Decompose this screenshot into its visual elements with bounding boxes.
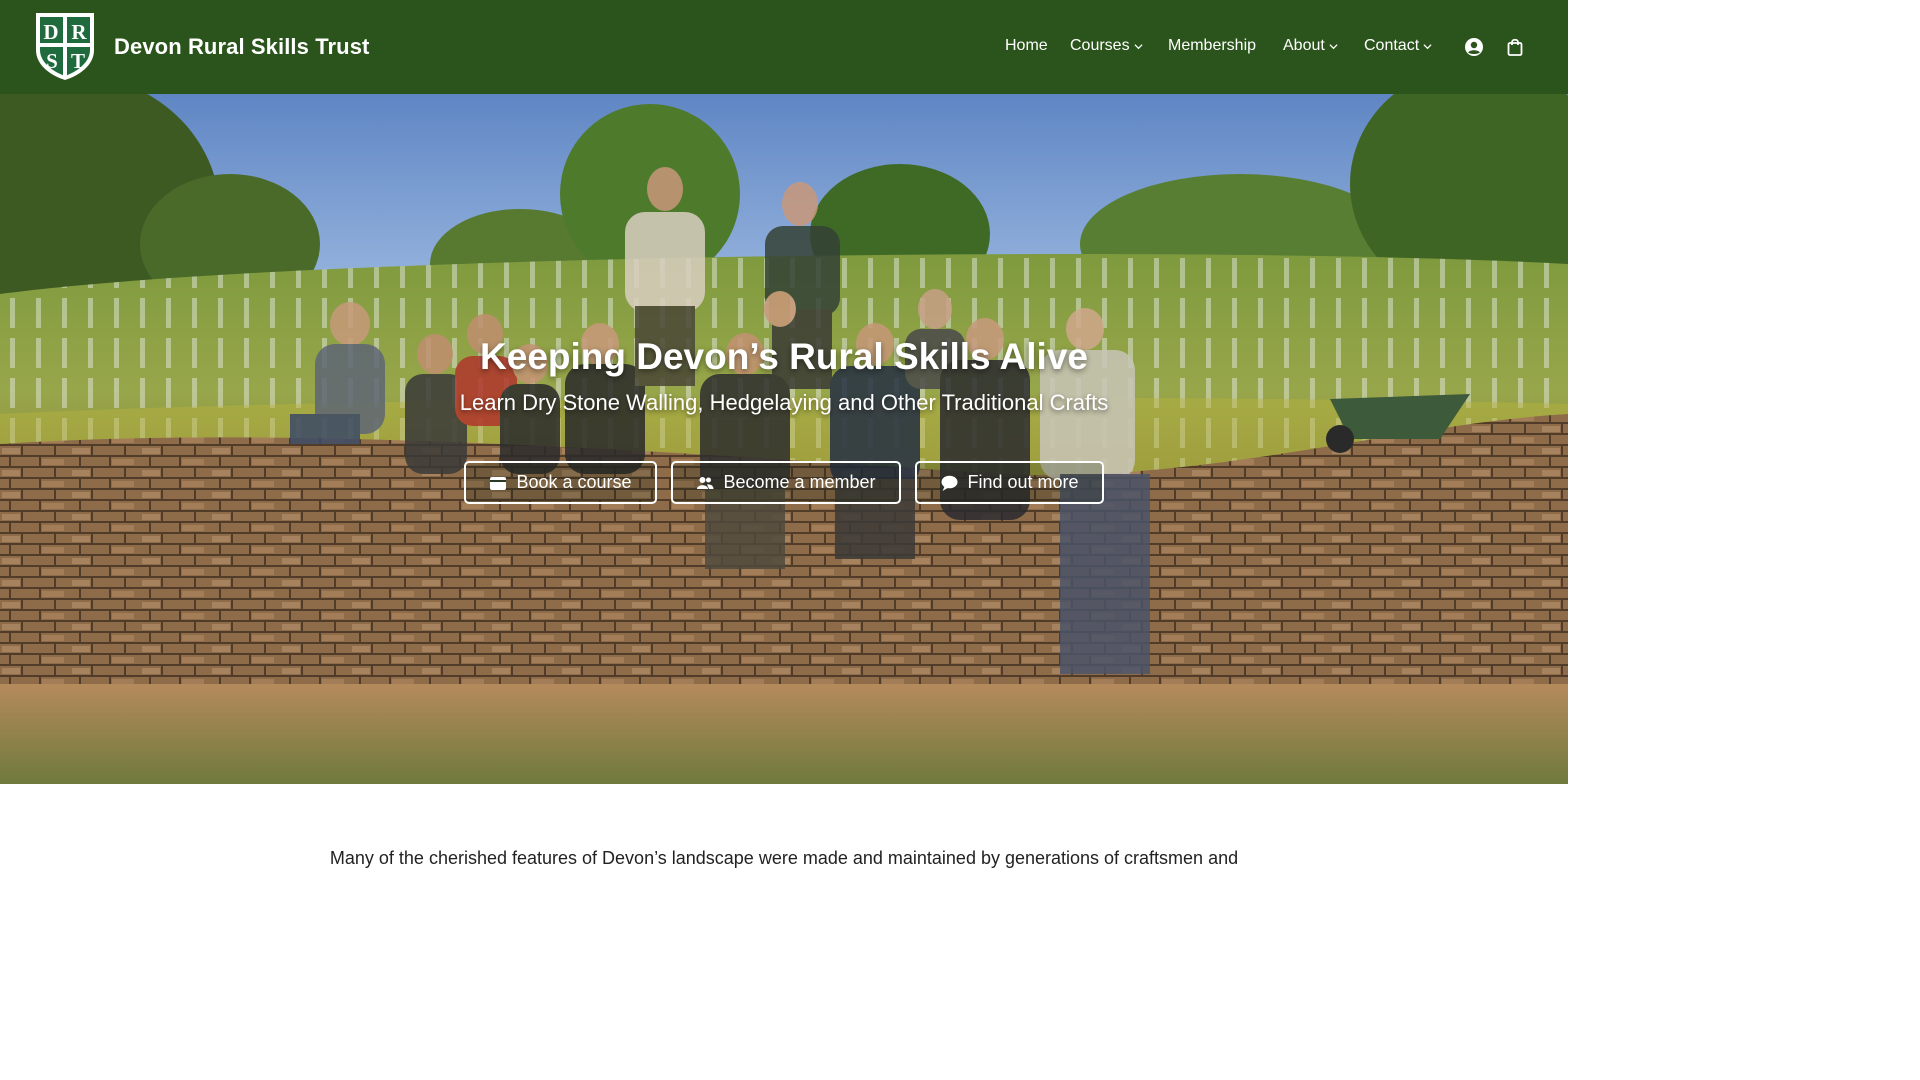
logo-letter: D [43,20,58,44]
nav-label: Home [1005,37,1048,54]
hero-background-image [0,94,1568,784]
nav-about[interactable]: About [1283,34,1338,58]
site-header: D R S T Devon Rural Skills Trust Home Co… [0,0,1568,94]
hero-title: Keeping Devon’s Rural Skills Alive [480,336,1088,377]
chevron-down-icon [1329,43,1338,49]
button-label: Become a member [723,472,876,492]
hero-section: Keeping Devon’s Rural Skills Alive Learn… [0,94,1568,784]
book-a-course-button[interactable]: Book a course [464,461,657,504]
logo-letter: R [71,20,87,44]
find-out-more-button[interactable]: Find out more [915,461,1104,504]
logo-letter: S [46,49,58,73]
logo[interactable]: D R S T [32,10,98,82]
become-a-member-button[interactable]: Become a member [671,461,901,504]
wallet-icon [490,476,507,490]
account-icon[interactable] [1464,37,1484,57]
logo-letter: T [71,49,85,73]
nav-label: About [1283,37,1325,54]
nav-courses[interactable]: Courses [1070,34,1143,58]
nav-label: Contact [1364,37,1420,54]
button-label: Find out more [967,472,1079,492]
hero-subtitle: Learn Dry Stone Walling, Hedgelaying and… [459,390,1109,415]
shopping-bag-icon[interactable] [1505,37,1525,57]
nav-home[interactable]: Home [1005,34,1048,58]
chevron-down-icon [1423,43,1432,49]
intro-line: Many of the cherished features of Devon’… [329,848,1239,868]
nav-label: Membership [1168,37,1257,54]
button-label: Book a course [516,472,632,492]
chevron-down-icon [1134,43,1143,49]
nav-contact[interactable]: Contact [1364,34,1432,58]
speech-bubble-icon [941,475,958,491]
users-icon [697,476,714,489]
nav-label: Courses [1070,37,1130,54]
intro-text: Many of the cherished features of Devon’… [300,845,1268,871]
site-title[interactable]: Devon Rural Skills Trust [114,32,369,62]
nav-membership[interactable]: Membership [1168,34,1256,58]
